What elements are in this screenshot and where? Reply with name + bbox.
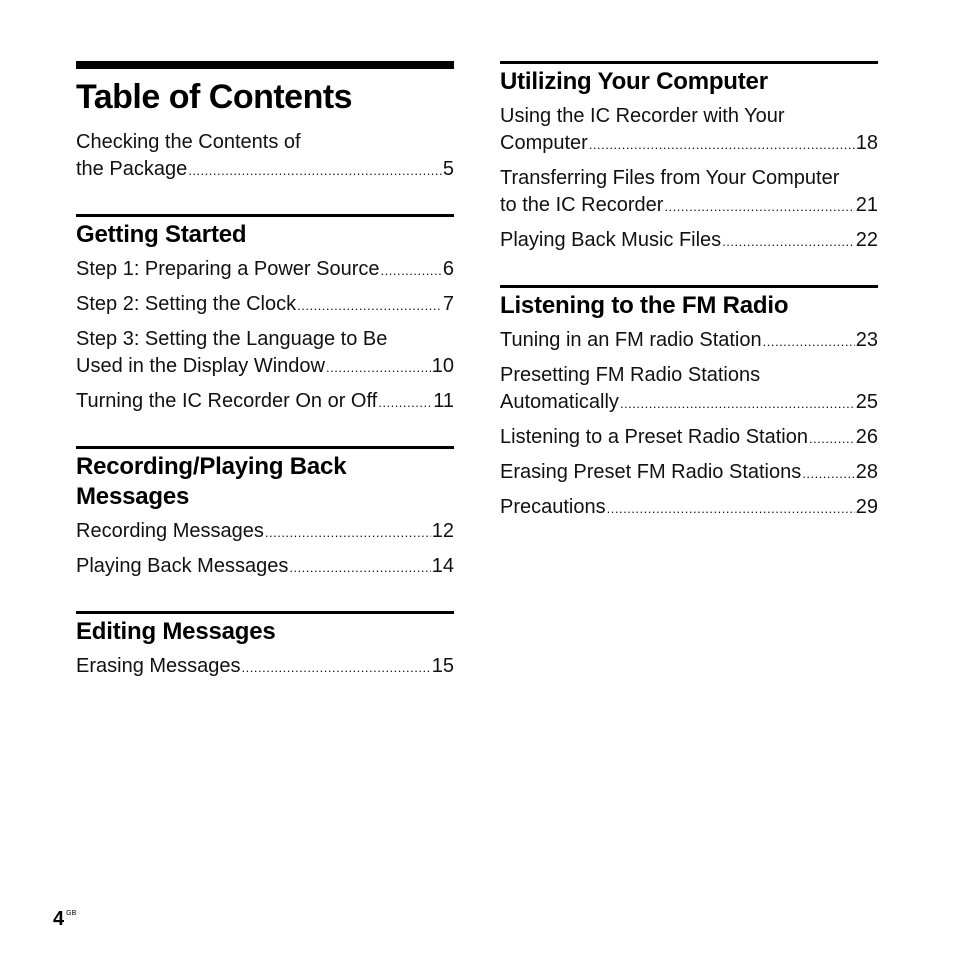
toc-entry[interactable]: Turning the IC Recorder On or Off 11 [76,388,454,416]
section-title: Editing Messages [76,618,276,645]
toc-entry[interactable]: Step 3: Setting the Language to Be Used i… [76,326,454,381]
toc-section: Recording/Playing Back Messages Recording… [76,446,454,581]
dot-leader [722,228,855,255]
toc-entry[interactable]: Transferring Files from Your Computer to … [500,165,878,220]
toc-section: Getting Started Step 1: Preparing a Power… [76,214,454,416]
section-rule [76,611,454,614]
entry-text-line1: Presetting FM Radio Stations [500,364,761,386]
right-column: Utilizing Your Computer Using the IC Reco… [500,61,878,529]
dot-leader [378,389,432,416]
entry-text: Precautions [500,496,606,518]
toc-entry[interactable]: Listening to a Preset Radio Station 26 [500,424,878,452]
toc-entry[interactable]: Recording Messages 12 [76,518,454,546]
left-column: Table of Contents Checking the Contents … [76,61,454,688]
toc-entry[interactable]: Using the IC Recorder with Your Computer 1… [500,103,878,158]
dot-leader [589,131,855,158]
section-rule [500,285,878,288]
dot-leader [188,157,442,184]
entry-page-number: 6 [442,258,454,280]
toc-section: Listening to the FM Radio Tuning in an FM… [500,285,878,522]
entry-text: Step 1: Preparing a Power Source [76,258,380,280]
dot-leader [297,292,442,319]
entry-text: Recording Messages [76,520,264,542]
section-rule [76,446,454,449]
section-title: Getting Started [76,221,247,248]
toc-entry[interactable]: Step 1: Preparing a Power Source 6 [76,256,454,284]
entry-page-number: 18 [855,132,878,154]
entry-page-number: 15 [431,655,454,677]
entry-text-line1: Checking the Contents of [76,131,301,153]
dot-leader [242,654,431,681]
toc-section: Editing Messages Erasing Messages 15 [76,611,454,681]
dot-leader [802,460,855,487]
dot-leader [664,193,854,220]
toc-entry-intro[interactable]: Checking the Contents of the Package 5 [76,129,454,184]
entry-text-line1: Using the IC Recorder with Your [500,105,785,127]
toc-entry[interactable]: Playing Back Music Files 22 [500,227,878,255]
entry-text: Automatically [500,391,619,413]
entry-text: Listening to a Preset Radio Station [500,426,808,448]
page-number: 4 GB [53,908,76,931]
dot-leader [381,257,442,284]
entry-page-number: 23 [855,329,878,351]
toc-entry[interactable]: Erasing Messages 15 [76,653,454,681]
dot-leader [607,495,855,522]
entry-page-number: 10 [431,355,454,377]
toc-entry[interactable]: Step 2: Setting the Clock 7 [76,291,454,319]
entry-text: Playing Back Music Files [500,229,722,251]
entry-text-line1: Transferring Files from Your Computer [500,167,840,189]
dot-leader [289,554,430,581]
entry-text: Playing Back Messages [76,555,289,577]
entry-page-number: 21 [855,194,878,216]
toc-entry[interactable]: Tuning in an FM radio Station 23 [500,327,878,355]
section-title: Utilizing Your Computer [500,68,768,95]
toc-entry[interactable]: Erasing Preset FM Radio Stations 28 [500,459,878,487]
entry-page-number: 14 [431,555,454,577]
dot-leader [763,328,855,355]
section-rule [500,61,878,64]
section-title: Recording/Playing Back Messages [76,453,347,510]
entry-text: Tuning in an FM radio Station [500,329,762,351]
title-rule [76,61,454,69]
entry-text: Erasing Messages [76,655,241,677]
entry-text-line2: the Package [76,158,188,180]
entry-page-number: 26 [855,426,878,448]
dot-leader [620,390,855,417]
page-number-suffix: GB [66,910,77,917]
page-title: Table of Contents [76,78,353,116]
entry-page-number: 28 [855,461,878,483]
entry-page-number: 25 [855,391,878,413]
dot-leader [326,354,431,381]
section-title: Listening to the FM Radio [500,292,789,319]
entry-page-number: 5 [442,158,454,180]
toc-entry[interactable]: Precautions 29 [500,494,878,522]
toc-section: Utilizing Your Computer Using the IC Reco… [500,61,878,255]
dot-leader [265,519,431,546]
entry-page-number: 11 [433,390,454,412]
entry-page-number: 29 [855,496,878,518]
entry-text: Turning the IC Recorder On or Off [76,390,378,412]
toc-entry[interactable]: Presetting FM Radio Stations Automaticall… [500,362,878,417]
entry-text: Erasing Preset FM Radio Stations [500,461,802,483]
page-number-value: 4 [53,908,65,930]
entry-page-number: 22 [855,229,878,251]
entry-page-number: 12 [431,520,454,542]
entry-text: to the IC Recorder [500,194,664,216]
entry-text: Computer [500,132,588,154]
entry-text: Step 2: Setting the Clock [76,293,297,315]
entry-text: Used in the Display Window [76,355,325,377]
entry-text-line1: Step 3: Setting the Language to Be [76,328,388,350]
dot-leader [809,425,855,452]
entry-page-number: 7 [442,293,454,315]
section-rule [76,214,454,217]
toc-entry[interactable]: Playing Back Messages 14 [76,553,454,581]
